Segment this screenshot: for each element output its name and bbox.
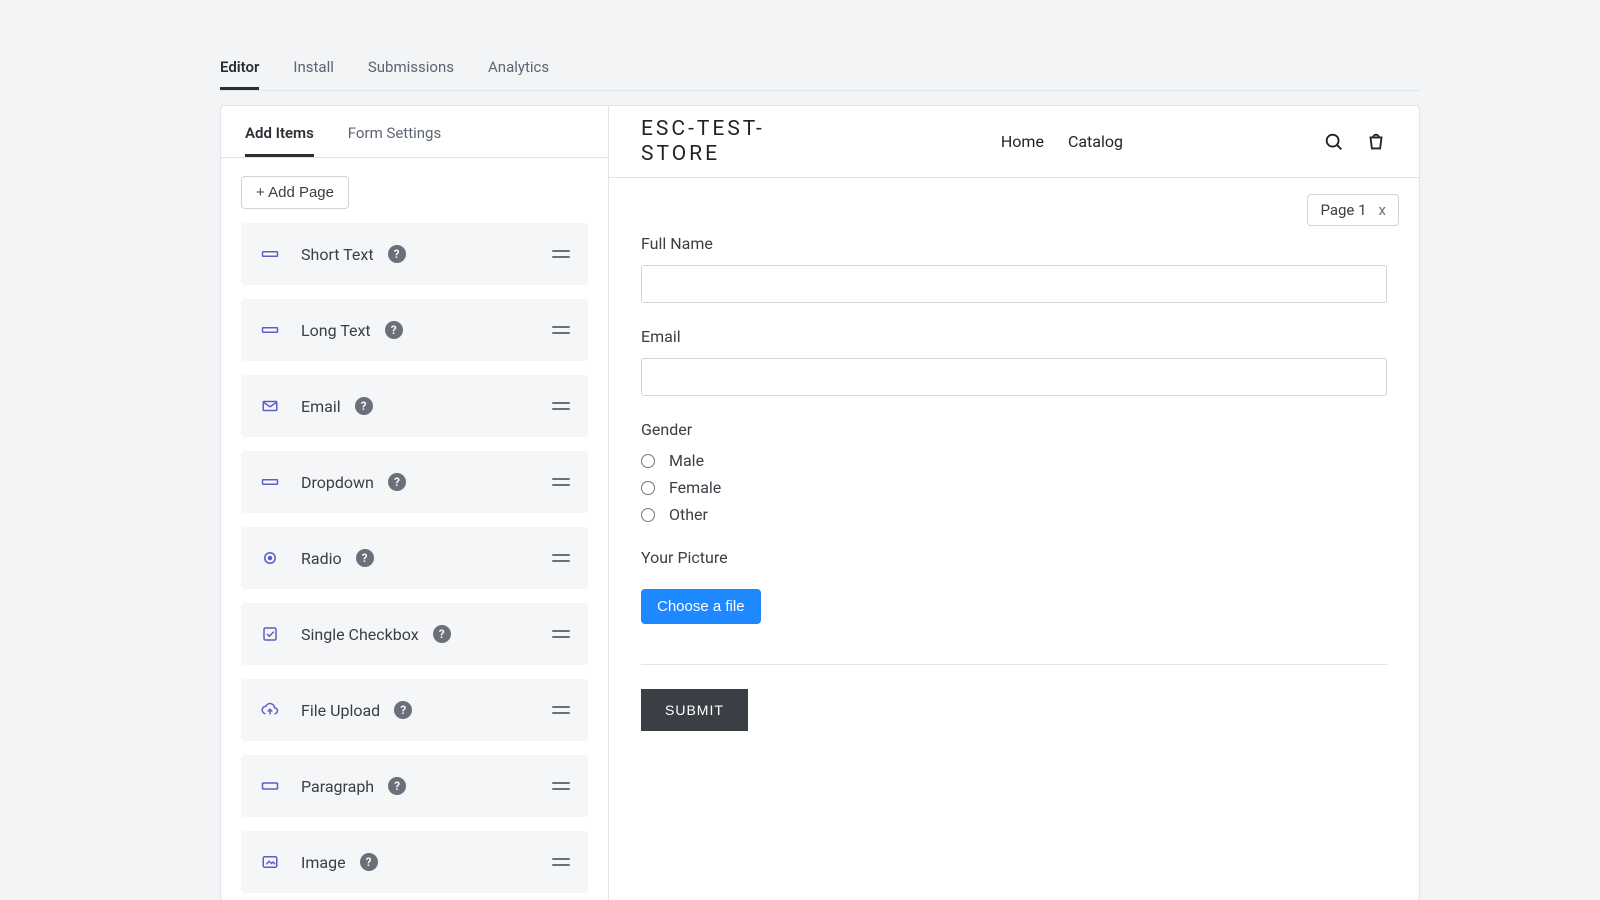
nav-link-home[interactable]: Home	[1001, 132, 1044, 151]
item-image[interactable]: Image ?	[241, 831, 588, 893]
help-icon[interactable]: ?	[388, 473, 406, 491]
help-icon[interactable]: ?	[356, 549, 374, 567]
drag-handle-icon[interactable]	[552, 326, 570, 334]
drag-handle-icon[interactable]	[552, 250, 570, 258]
email-icon	[259, 395, 281, 417]
item-label: File Upload	[301, 701, 380, 720]
item-label: Short Text	[301, 245, 374, 264]
help-icon[interactable]: ?	[394, 701, 412, 719]
item-radio[interactable]: Radio ?	[241, 527, 588, 589]
page-chip-close-icon[interactable]: x	[1379, 201, 1386, 219]
item-short-text[interactable]: Short Text ?	[241, 223, 588, 285]
checkbox-icon	[259, 623, 281, 645]
sidebar-tab-add-items[interactable]: Add Items	[245, 124, 314, 157]
item-single-checkbox[interactable]: Single Checkbox ?	[241, 603, 588, 665]
radio-option-male[interactable]: Male	[641, 451, 1387, 470]
radio-label: Other	[669, 505, 708, 524]
drag-handle-icon[interactable]	[552, 478, 570, 486]
help-icon[interactable]: ?	[360, 853, 378, 871]
dropdown-icon	[259, 471, 281, 493]
tab-editor[interactable]: Editor	[220, 57, 259, 90]
page-chip-label: Page 1	[1320, 201, 1366, 219]
item-long-text[interactable]: Long Text ?	[241, 299, 588, 361]
tab-analytics[interactable]: Analytics	[488, 57, 549, 90]
radio-option-other[interactable]: Other	[641, 505, 1387, 524]
submit-button[interactable]: SUBMIT	[641, 689, 748, 731]
store-title: ESC-TEST-STORE	[641, 117, 781, 165]
top-nav: Editor Install Submissions Analytics	[220, 49, 1420, 91]
picture-label: Your Picture	[641, 548, 1387, 567]
editor-panel: Add Items Form Settings + Add Page Short…	[220, 105, 1420, 900]
drag-handle-icon[interactable]	[552, 630, 570, 638]
item-list: Short Text ? Long Text ?	[241, 223, 588, 893]
drag-handle-icon[interactable]	[552, 858, 570, 866]
email-label: Email	[641, 327, 1387, 346]
item-file-upload[interactable]: File Upload ?	[241, 679, 588, 741]
add-page-button[interactable]: + Add Page	[241, 176, 349, 209]
email-input[interactable]	[641, 358, 1387, 396]
help-icon[interactable]: ?	[388, 777, 406, 795]
item-email[interactable]: Email ?	[241, 375, 588, 437]
full-name-label: Full Name	[641, 234, 1387, 253]
sidebar: Add Items Form Settings + Add Page Short…	[221, 106, 609, 900]
upload-icon	[259, 699, 281, 721]
help-icon[interactable]: ?	[355, 397, 373, 415]
help-icon[interactable]: ?	[433, 625, 451, 643]
gender-label: Gender	[641, 420, 1387, 439]
drag-handle-icon[interactable]	[552, 554, 570, 562]
page-chip: Page 1 x	[1307, 194, 1399, 226]
field-picture: Your Picture Choose a file	[641, 548, 1387, 624]
item-label: Single Checkbox	[301, 625, 419, 644]
paragraph-icon	[259, 775, 281, 797]
radio-input-male[interactable]	[641, 454, 655, 468]
item-label: Email	[301, 397, 341, 416]
sidebar-tabs: Add Items Form Settings	[221, 106, 608, 158]
radio-label: Male	[669, 451, 704, 470]
preview-nav: Home Catalog	[1001, 132, 1123, 151]
item-label: Image	[301, 853, 346, 872]
radio-label: Female	[669, 478, 721, 497]
full-name-input[interactable]	[641, 265, 1387, 303]
short-text-icon	[259, 243, 281, 265]
radio-icon	[259, 547, 281, 569]
item-label: Radio	[301, 549, 342, 568]
item-label: Paragraph	[301, 777, 374, 796]
nav-link-catalog[interactable]: Catalog	[1068, 132, 1123, 151]
divider	[641, 664, 1387, 665]
image-icon	[259, 851, 281, 873]
long-text-icon	[259, 319, 281, 341]
radio-option-female[interactable]: Female	[641, 478, 1387, 497]
field-full-name: Full Name	[641, 234, 1387, 303]
item-dropdown[interactable]: Dropdown ?	[241, 451, 588, 513]
radio-input-female[interactable]	[641, 481, 655, 495]
item-label: Long Text	[301, 321, 371, 340]
sidebar-tab-form-settings[interactable]: Form Settings	[348, 124, 441, 157]
form-preview: ESC-TEST-STORE Home Catalog Page 1 x	[609, 106, 1419, 900]
drag-handle-icon[interactable]	[552, 782, 570, 790]
search-icon[interactable]	[1323, 131, 1345, 153]
radio-input-other[interactable]	[641, 508, 655, 522]
cart-icon[interactable]	[1365, 131, 1387, 153]
help-icon[interactable]: ?	[385, 321, 403, 339]
drag-handle-icon[interactable]	[552, 706, 570, 714]
choose-file-button[interactable]: Choose a file	[641, 589, 761, 624]
drag-handle-icon[interactable]	[552, 402, 570, 410]
help-icon[interactable]: ?	[388, 245, 406, 263]
tab-install[interactable]: Install	[293, 57, 333, 90]
item-label: Dropdown	[301, 473, 374, 492]
field-gender: Gender Male Female	[641, 420, 1387, 524]
item-paragraph[interactable]: Paragraph ?	[241, 755, 588, 817]
field-email: Email	[641, 327, 1387, 396]
preview-header: ESC-TEST-STORE Home Catalog	[609, 106, 1419, 178]
tab-submissions[interactable]: Submissions	[368, 57, 454, 90]
